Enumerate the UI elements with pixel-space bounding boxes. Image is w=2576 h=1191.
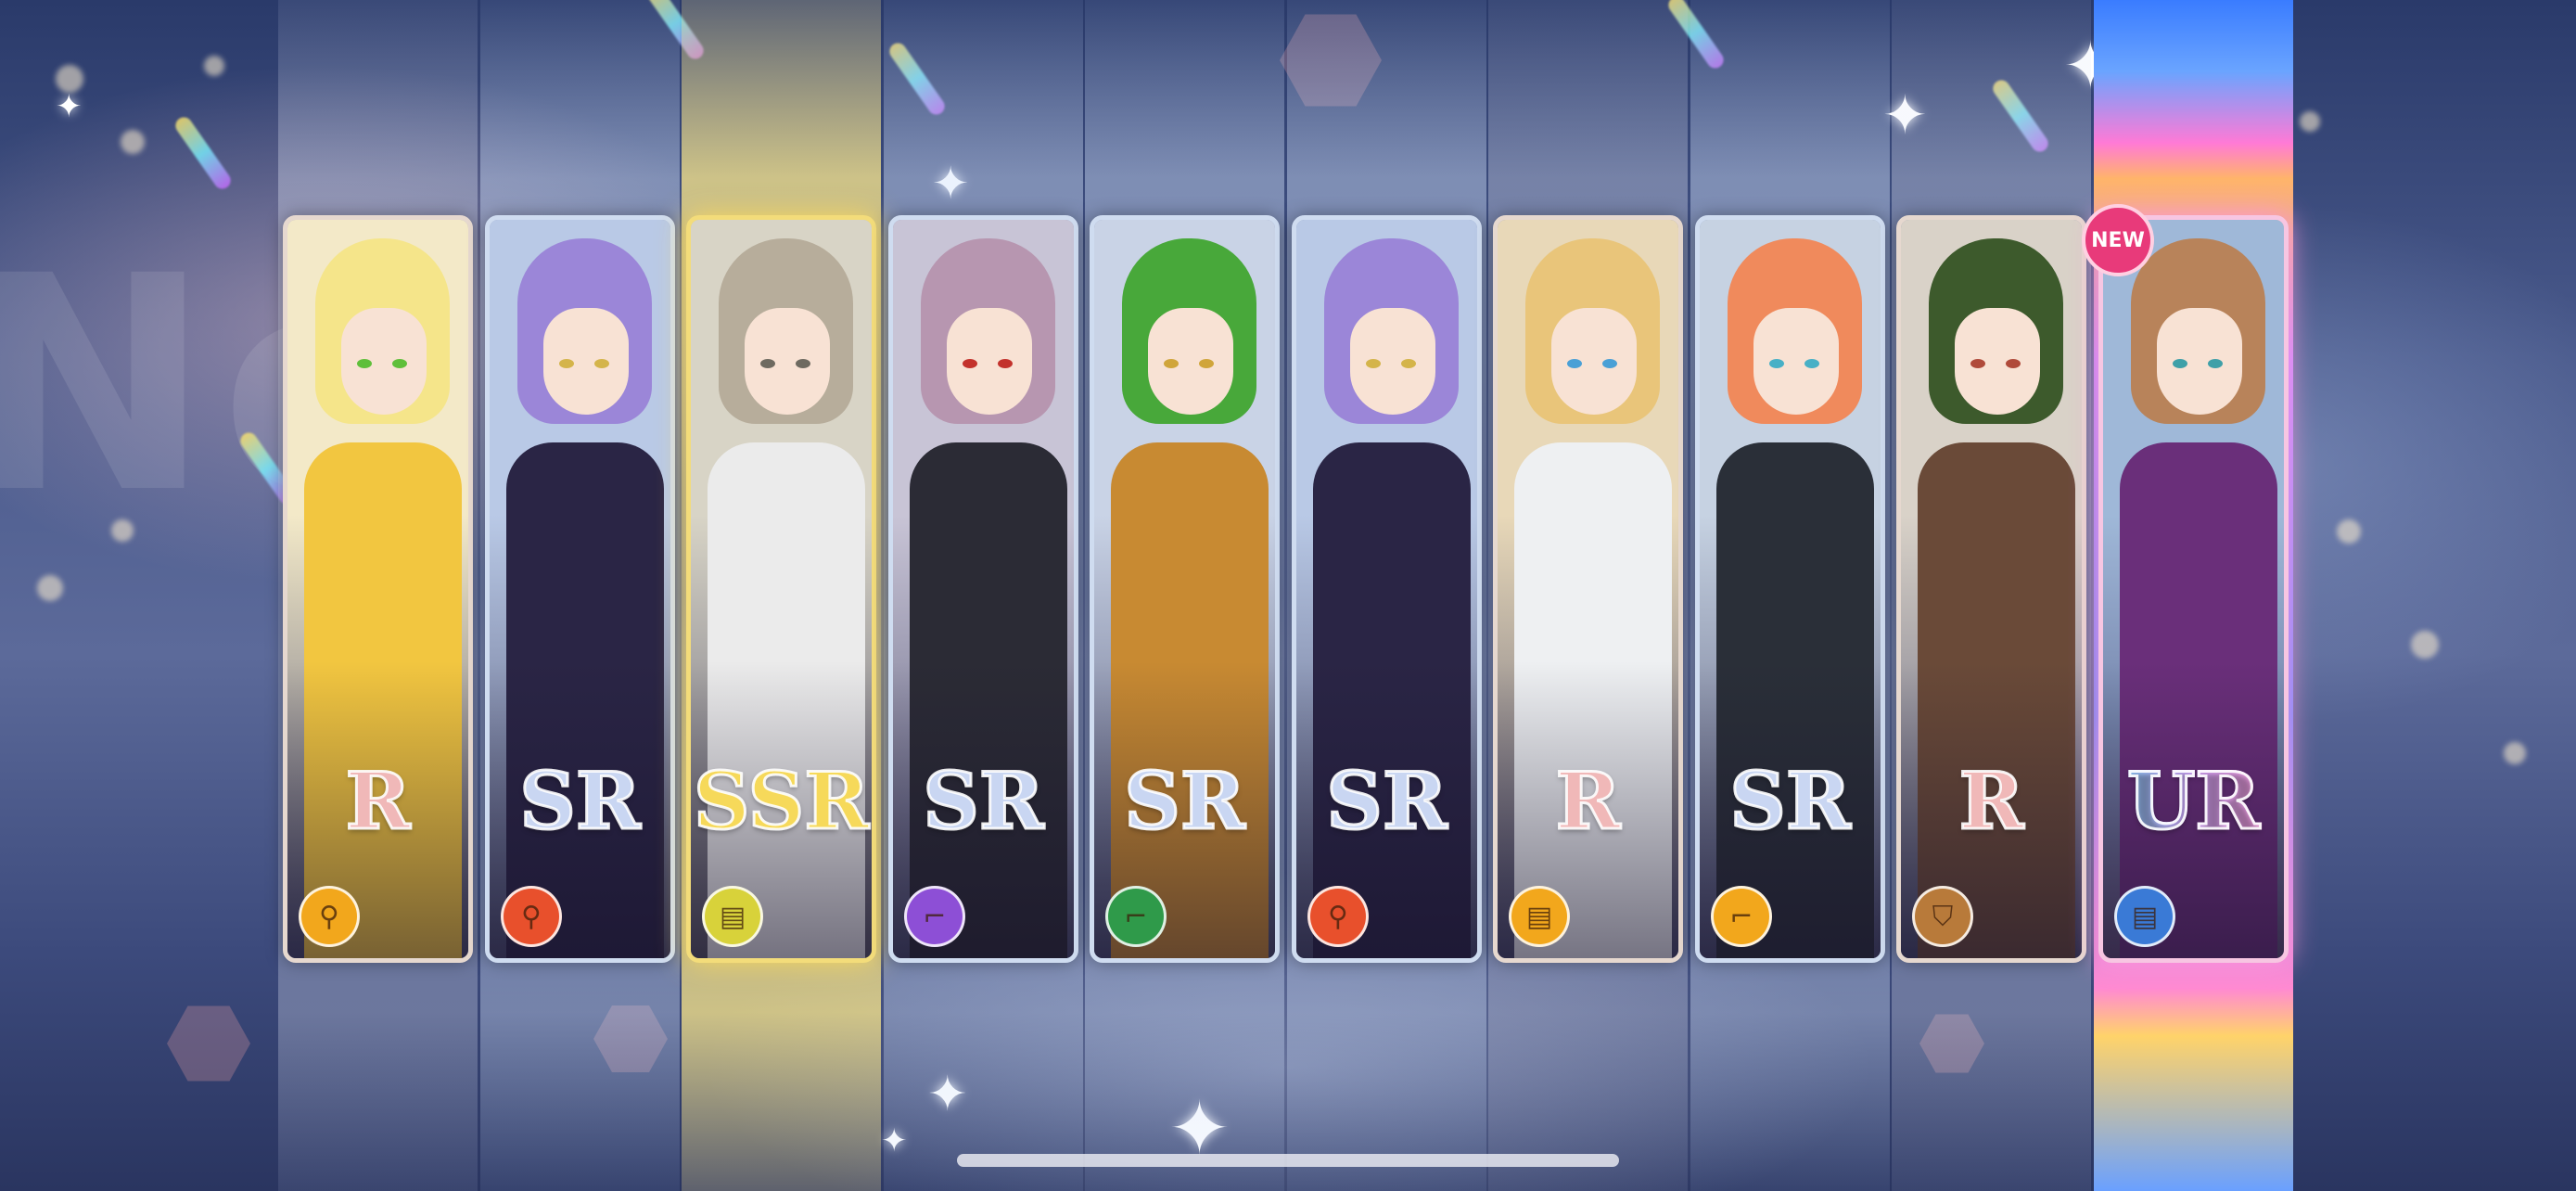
character-eye — [1769, 359, 1784, 368]
rarity-label: UR — [2103, 761, 2284, 841]
rarity-label: SR — [1728, 755, 1852, 847]
bokeh-light — [204, 56, 224, 76]
character-portrait — [893, 220, 1074, 958]
rarity-label: R — [344, 755, 412, 847]
character-portrait — [1901, 220, 2082, 958]
character-portrait — [2103, 220, 2284, 958]
character-card[interactable]: SR ⚲ — [1292, 215, 1482, 963]
character-face — [1148, 308, 1233, 415]
character-portrait — [1094, 220, 1275, 958]
rarity-label: SR — [1325, 755, 1448, 847]
character-face — [947, 308, 1032, 415]
rarity-label: SR — [922, 755, 1045, 847]
whistle-icon: ⚲ — [299, 886, 360, 947]
bokeh-light — [2504, 742, 2526, 764]
character-card[interactable]: SR ⚲ — [485, 215, 675, 963]
character-card[interactable]: R ⛉ — [1896, 215, 2086, 963]
character-eye — [1567, 359, 1582, 368]
boot-icon: ⌐ — [1105, 886, 1167, 947]
whistle-icon: ⚲ — [501, 886, 562, 947]
character-eye — [1804, 359, 1819, 368]
character-card[interactable]: UR ▤ — [2098, 215, 2289, 963]
character-face — [543, 308, 629, 415]
character-face — [2157, 308, 2242, 415]
sparkle-icon: ✦ — [56, 88, 83, 125]
character-eye — [2173, 359, 2187, 368]
new-badge: NEW — [2082, 204, 2154, 276]
character-face — [341, 308, 427, 415]
character-card[interactable]: R ⚲ — [283, 215, 473, 963]
character-eye — [1366, 359, 1381, 368]
character-eye — [796, 359, 810, 368]
bokeh-light — [2411, 631, 2439, 659]
bokeh-light — [37, 575, 63, 601]
character-eye — [760, 359, 775, 368]
rarity-label: SSR — [692, 755, 870, 847]
character-eye — [963, 359, 977, 368]
character-portrait — [1700, 220, 1881, 958]
character-portrait — [691, 220, 872, 958]
character-face — [1753, 308, 1839, 415]
cards-icon: ▤ — [1509, 886, 1570, 947]
character-eye — [1970, 359, 1985, 368]
character-portrait — [490, 220, 670, 958]
character-eye — [1602, 359, 1617, 368]
character-card[interactable]: SSR ▤ — [686, 215, 876, 963]
bokeh-light — [2337, 519, 2361, 544]
character-card[interactable]: SR ⌐ — [1695, 215, 1885, 963]
character-eye — [594, 359, 609, 368]
rarity-label: R — [1958, 755, 2025, 847]
character-eye — [357, 359, 372, 368]
character-eye — [2006, 359, 2021, 368]
character-card[interactable]: SR ⌐ — [1090, 215, 1280, 963]
character-card[interactable]: SR ⌐ — [888, 215, 1078, 963]
rarity-label: SR — [518, 755, 642, 847]
shield-icon: ⛉ — [1912, 886, 1973, 947]
rarity-label: R — [1554, 755, 1622, 847]
character-eye — [559, 359, 574, 368]
character-face — [745, 308, 830, 415]
bokeh-light — [121, 130, 145, 154]
character-eye — [1164, 359, 1179, 368]
home-indicator[interactable] — [957, 1154, 1619, 1167]
character-face — [1955, 308, 2040, 415]
whistle-icon: ⚲ — [1307, 886, 1369, 947]
character-portrait — [287, 220, 468, 958]
character-portrait — [1498, 220, 1678, 958]
character-face — [1350, 308, 1435, 415]
character-eye — [1401, 359, 1416, 368]
cards-icon: ▤ — [702, 886, 763, 947]
character-eye — [998, 359, 1013, 368]
rarity-label: SR — [1123, 755, 1246, 847]
character-face — [1551, 308, 1637, 415]
character-portrait — [1296, 220, 1477, 958]
character-card[interactable]: R ▤ — [1493, 215, 1683, 963]
bokeh-light — [2300, 111, 2320, 132]
character-eye — [1199, 359, 1214, 368]
cards-icon: ▤ — [2114, 886, 2175, 947]
boot-icon: ⌐ — [904, 886, 965, 947]
character-eye — [2208, 359, 2223, 368]
character-eye — [392, 359, 407, 368]
bokeh-light — [111, 519, 134, 542]
boot-icon: ⌐ — [1711, 886, 1772, 947]
